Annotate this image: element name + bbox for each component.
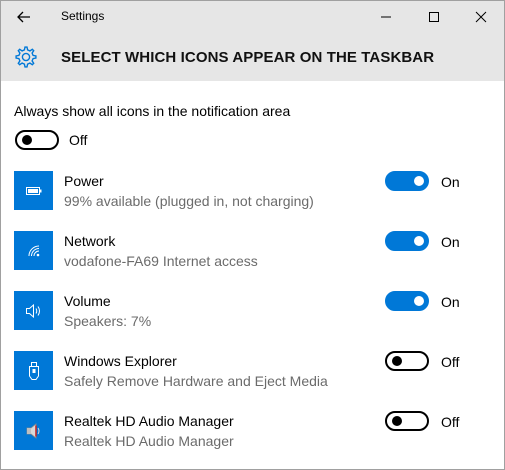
toggle-knob: [414, 236, 424, 246]
volume-state: On: [441, 294, 460, 310]
volume-icon-tile: [14, 291, 53, 330]
realtek-subtitle: Realtek HD Audio Manager: [64, 433, 234, 449]
windows-explorer-title: Windows Explorer: [64, 353, 177, 369]
maximize-icon: [429, 12, 439, 22]
settings-window: Settings SELECT WHICH ICONS APPEAR ON TH…: [0, 0, 505, 470]
network-title: Network: [64, 233, 116, 249]
toggle-knob: [392, 356, 402, 366]
realtek-state: Off: [441, 414, 460, 430]
minimize-button[interactable]: [363, 1, 409, 33]
power-subtitle: 99% available (plugged in, not charging): [64, 193, 314, 209]
back-button[interactable]: [7, 3, 41, 31]
windows-explorer-icon-tile: [14, 351, 53, 390]
toggle-knob: [414, 176, 424, 186]
windows-explorer-subtitle: Safely Remove Hardware and Eject Media: [64, 373, 328, 389]
realtek-toggle[interactable]: [385, 411, 429, 431]
close-icon: [475, 11, 487, 23]
back-arrow-icon: [17, 11, 30, 23]
network-subtitle: vodafone-FA69 Internet access: [64, 253, 258, 269]
realtek-title: Realtek HD Audio Manager: [64, 413, 234, 429]
realtek-icon-tile: [14, 411, 53, 450]
power-state: On: [441, 174, 460, 190]
volume-toggle[interactable]: [385, 291, 429, 311]
power-icon-tile: [14, 171, 53, 210]
toggle-knob: [414, 296, 424, 306]
maximize-button[interactable]: [411, 1, 457, 33]
battery-icon: [25, 186, 41, 195]
always-show-state: Off: [69, 132, 88, 148]
minimize-icon: [381, 16, 391, 18]
title-bar: Settings: [1, 1, 504, 33]
speaker-icon: [25, 303, 40, 318]
volume-title: Volume: [64, 293, 111, 309]
network-icon-tile: [14, 231, 53, 270]
power-title: Power: [64, 173, 104, 189]
network-toggle[interactable]: [385, 231, 429, 251]
always-show-toggle[interactable]: [15, 130, 59, 150]
page-header: SELECT WHICH ICONS APPEAR ON THE TASKBAR: [1, 33, 504, 81]
window-title: Settings: [61, 9, 105, 23]
toggle-knob: [392, 416, 402, 426]
windows-explorer-toggle[interactable]: [385, 351, 429, 371]
windows-explorer-state: Off: [441, 354, 460, 370]
power-toggle[interactable]: [385, 171, 429, 191]
volume-subtitle: Speakers: 7%: [64, 313, 152, 329]
network-state: On: [441, 234, 460, 250]
always-show-label: Always show all icons in the notificatio…: [14, 103, 291, 119]
realtek-speaker-icon: [26, 422, 39, 439]
close-button[interactable]: [458, 1, 504, 33]
page-title: SELECT WHICH ICONS APPEAR ON THE TASKBAR: [61, 49, 435, 66]
toggle-knob: [22, 135, 32, 145]
gear-icon: [15, 46, 37, 68]
network-icon: [28, 245, 39, 256]
usb-drive-icon: [28, 361, 39, 380]
